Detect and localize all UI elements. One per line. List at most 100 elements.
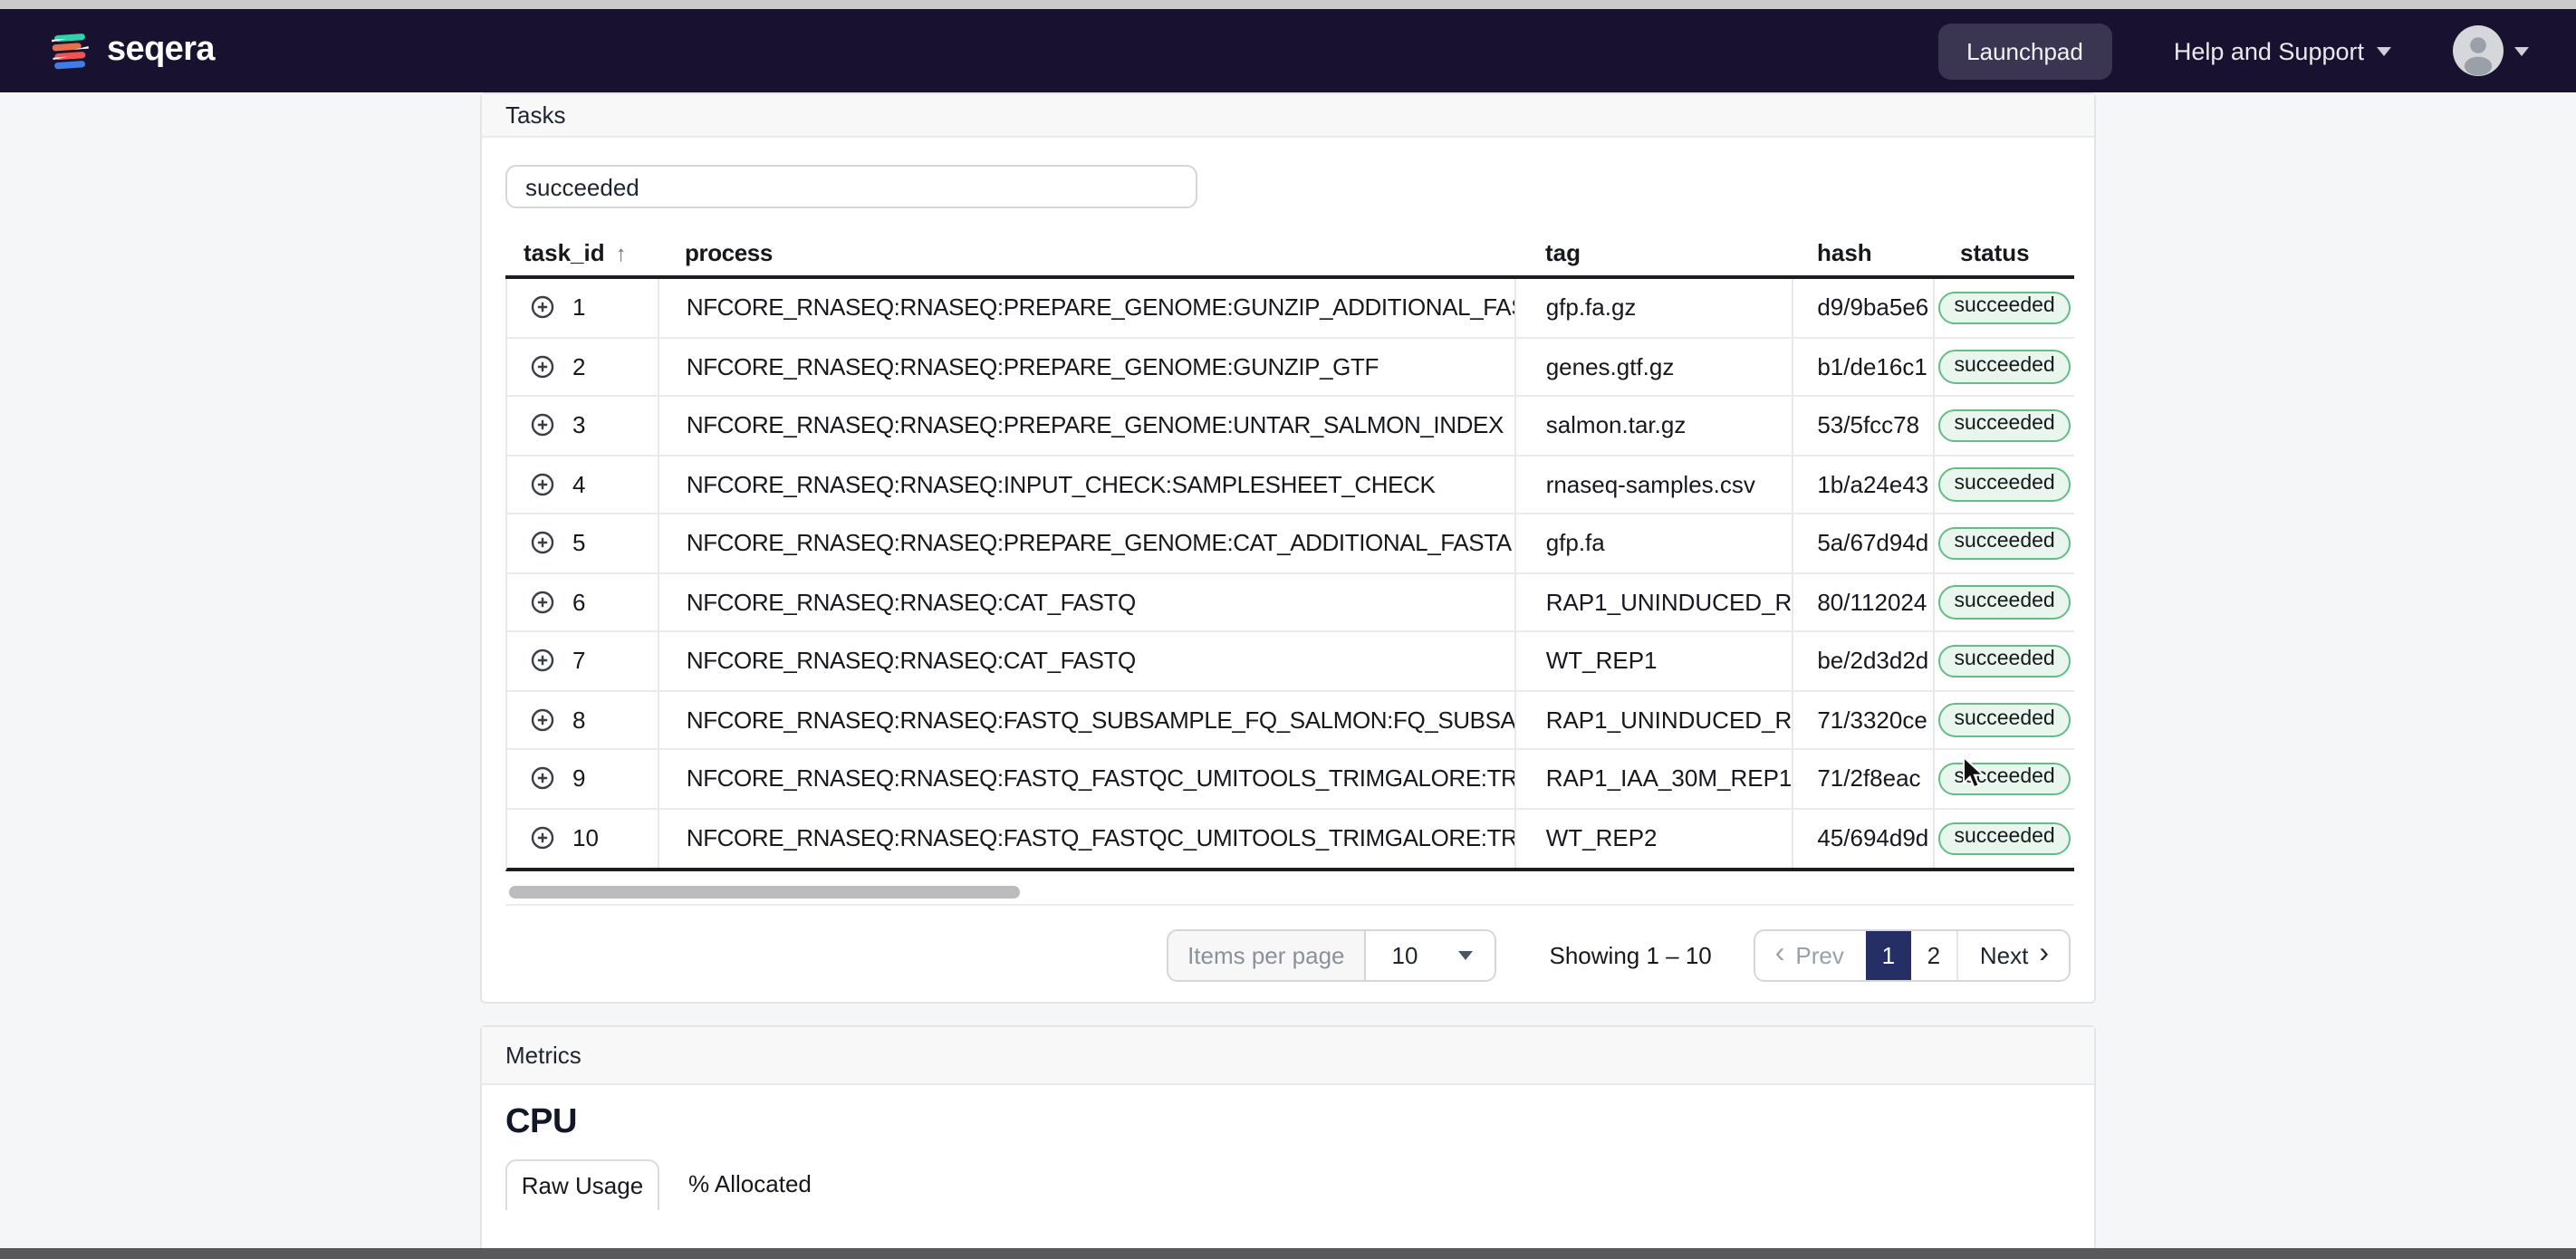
process-cell: NFCORE_RNASEQ:RNASEQ:CAT_FASTQ [659, 573, 1517, 630]
items-per-page-label: Items per page [1168, 931, 1367, 980]
user-menu[interactable] [2453, 25, 2529, 76]
expand-row-icon[interactable] [531, 591, 554, 614]
page-button-2[interactable]: 2 [1910, 931, 1956, 980]
tag-cell: WT_REP2 [1517, 809, 1794, 868]
task-id-cell: 8 [572, 706, 586, 734]
task-id-cell: 1 [572, 293, 586, 322]
table-row: 8 NFCORE_RNASEQ:RNASEQ:FASTQ_SUBSAMPLE_F… [507, 691, 2074, 750]
task-id-cell: 4 [572, 470, 586, 498]
chevron-down-icon [2377, 46, 2391, 55]
help-and-support-label: Help and Support [2173, 37, 2364, 64]
table-row: 10 NFCORE_RNASEQ:RNASEQ:FASTQ_FASTQC_UMI… [507, 809, 2074, 868]
tag-cell: rnaseq-samples.csv [1517, 456, 1794, 513]
table-horizontal-scrollbar [505, 886, 2074, 899]
person-icon [2464, 37, 2493, 76]
hash-cell: 71/3320ce [1793, 691, 1936, 748]
select-caret-icon [1458, 951, 1474, 960]
hash-cell: 80/112024 [1793, 573, 1936, 630]
page-button-1[interactable]: 1 [1865, 931, 1911, 980]
expand-row-icon[interactable] [531, 355, 554, 379]
metrics-tabs: Raw Usage % Allocated [505, 1159, 2071, 1210]
process-cell: NFCORE_RNASEQ:RNASEQ:FASTQ_FASTQC_UMITOO… [659, 750, 1517, 807]
pagination-bar: Items per page 10 Showing 1 – 10 ‹ Prev … [505, 929, 2071, 982]
help-and-support-menu[interactable]: Help and Support [2174, 37, 2391, 64]
status-badge: succeeded [1937, 762, 2071, 795]
tab-percent-allocated[interactable]: % Allocated [659, 1170, 812, 1210]
tag-cell: RAP1_IAA_30M_REP1 [1517, 750, 1794, 807]
task-id-cell: 5 [572, 529, 586, 557]
divider [505, 904, 2074, 906]
task-id-cell: 7 [572, 647, 586, 675]
chevron-down-icon [2514, 46, 2529, 55]
column-header-tag[interactable]: tag [1516, 230, 1793, 275]
expand-row-icon[interactable] [531, 827, 554, 851]
launchpad-button[interactable]: Launchpad [1937, 23, 2112, 79]
table-row: 1 NFCORE_RNASEQ:RNASEQ:PREPARE_GENOME:GU… [507, 279, 2074, 338]
task-search-input[interactable] [505, 165, 1197, 208]
expand-row-icon[interactable] [531, 296, 554, 320]
status-badge: succeeded [1937, 350, 2071, 383]
tasks-table-body: 1 NFCORE_RNASEQ:RNASEQ:PREPARE_GENOME:GU… [505, 279, 2074, 871]
mouse-cursor [1963, 755, 1985, 789]
hash-cell: d9/9ba5e6 [1793, 279, 1936, 336]
process-cell: NFCORE_RNASEQ:RNASEQ:PREPARE_GENOME:GUNZ… [659, 279, 1517, 336]
status-badge: succeeded [1937, 467, 2071, 501]
items-per-page: Items per page 10 [1166, 929, 1497, 982]
tag-cell: WT_REP1 [1517, 632, 1794, 689]
status-badge: succeeded [1937, 703, 2071, 736]
task-id-cell: 3 [572, 411, 586, 439]
avatar [2453, 25, 2504, 76]
column-header-task-id[interactable]: task_id ↑ [505, 230, 658, 275]
tasks-table-header: task_id ↑ process tag hash status [505, 230, 2074, 279]
tab-raw-usage[interactable]: Raw Usage [505, 1159, 659, 1210]
table-row: 4 NFCORE_RNASEQ:RNASEQ:INPUT_CHECK:SAMPL… [507, 456, 2074, 514]
chevron-right-icon: › [2039, 937, 2049, 968]
metrics-panel-title: Metrics [505, 1042, 582, 1069]
tag-cell: gfp.fa [1517, 514, 1794, 572]
table-row: 9 NFCORE_RNASEQ:RNASEQ:FASTQ_FASTQC_UMIT… [507, 750, 2074, 809]
process-cell: NFCORE_RNASEQ:RNASEQ:INPUT_CHECK:SAMPLES… [659, 456, 1517, 513]
metrics-panel-header: Metrics [482, 1027, 2094, 1085]
expand-row-icon[interactable] [531, 414, 554, 437]
table-row: 3 NFCORE_RNASEQ:RNASEQ:PREPARE_GENOME:UN… [507, 397, 2074, 456]
next-page-button[interactable]: Next › [1956, 931, 2069, 980]
tasks-panel: Tasks task_id ↑ process tag hash status [480, 92, 2096, 1004]
status-badge: succeeded [1937, 526, 2071, 560]
items-per-page-value: 10 [1391, 942, 1418, 969]
expand-row-icon[interactable] [531, 473, 554, 496]
task-id-cell: 6 [572, 588, 586, 616]
tasks-panel-title: Tasks [505, 101, 566, 129]
expand-row-icon[interactable] [531, 708, 554, 732]
app-window: seqera Launchpad Help and Support Tasks … [0, 0, 2576, 1259]
task-id-cell: 9 [572, 764, 586, 793]
table-row: 7 NFCORE_RNASEQ:RNASEQ:CAT_FASTQ WT_REP1… [507, 632, 2074, 691]
column-header-status[interactable]: status [1935, 230, 2074, 275]
status-badge: succeeded [1937, 291, 2071, 324]
expand-row-icon[interactable] [531, 532, 554, 555]
items-per-page-select[interactable]: 10 [1366, 931, 1495, 980]
process-cell: NFCORE_RNASEQ:RNASEQ:FASTQ_FASTQC_UMITOO… [659, 809, 1517, 868]
task-id-cell: 2 [572, 352, 586, 380]
table-row: 6 NFCORE_RNASEQ:RNASEQ:CAT_FASTQ RAP1_UN… [507, 573, 2074, 632]
pager: ‹ Prev 12 Next › [1753, 929, 2071, 982]
tag-cell: genes.gtf.gz [1517, 338, 1794, 395]
window-chrome-strip [0, 0, 2576, 9]
tag-cell: RAP1_UNINDUCED_REP1 [1517, 691, 1794, 748]
column-header-process[interactable]: process [658, 230, 1516, 275]
hash-cell: be/2d3d2d [1793, 632, 1936, 689]
hash-cell: 1b/a24e43 [1793, 456, 1936, 513]
sort-ascending-icon: ↑ [615, 240, 627, 265]
showing-range-text: Showing 1 – 10 [1549, 942, 1712, 969]
expand-row-icon[interactable] [531, 767, 554, 791]
column-header-hash[interactable]: hash [1793, 230, 1935, 275]
process-cell: NFCORE_RNASEQ:RNASEQ:PREPARE_GENOME:GUNZ… [659, 338, 1517, 395]
process-cell: NFCORE_RNASEQ:RNASEQ:CAT_FASTQ [659, 632, 1517, 689]
hash-cell: 5a/67d94d [1793, 514, 1936, 572]
hash-cell: 45/694d9d [1793, 809, 1936, 868]
seqera-logo[interactable]: seqera [49, 29, 216, 72]
expand-row-icon[interactable] [531, 649, 554, 673]
prev-page-button[interactable]: ‹ Prev [1754, 931, 1866, 980]
scrollbar-thumb[interactable] [509, 886, 1020, 899]
top-navbar: seqera Launchpad Help and Support [0, 9, 2576, 92]
status-badge: succeeded [1937, 585, 2071, 619]
